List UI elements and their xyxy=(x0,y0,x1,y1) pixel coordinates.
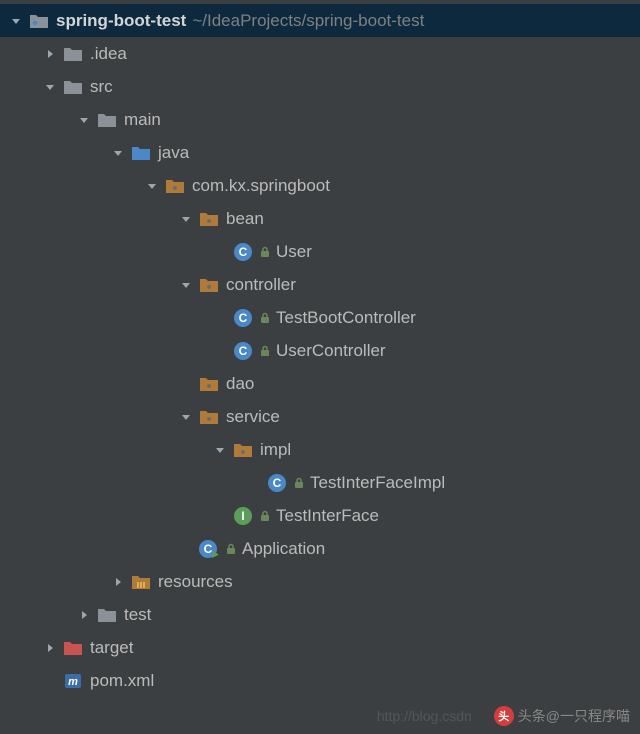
tree-item-label: service xyxy=(226,407,280,427)
chevron-down-icon[interactable] xyxy=(8,13,24,29)
chevron-down-icon[interactable] xyxy=(42,79,58,95)
svg-text:I: I xyxy=(241,509,244,523)
watermark: http://blog.csdn 头 头条@一只程序喵 xyxy=(377,706,630,726)
watermark-text: 头条@一只程序喵 xyxy=(518,706,630,726)
folder-source-icon xyxy=(130,142,152,164)
tree-item-label: bean xyxy=(226,209,264,229)
folder-icon xyxy=(62,43,84,65)
folder-icon xyxy=(96,109,118,131)
vcs-lock-icon xyxy=(224,542,238,556)
chevron-right-icon[interactable] xyxy=(42,640,58,656)
watermark-url: http://blog.csdn xyxy=(377,708,472,724)
chevron-down-icon[interactable] xyxy=(178,409,194,425)
chevron-right-icon[interactable] xyxy=(76,607,92,623)
vcs-lock-icon xyxy=(258,509,272,523)
tree-row[interactable]: com.kx.springboot xyxy=(0,169,640,202)
chevron-down-icon[interactable] xyxy=(110,145,126,161)
vcs-lock-icon xyxy=(258,245,272,259)
tree-item-label: spring-boot-test xyxy=(56,11,186,31)
maven-icon: m xyxy=(62,670,84,692)
tree-row[interactable]: C Application xyxy=(0,532,640,565)
tree-item-label: TestInterFace xyxy=(276,506,379,526)
svg-text:m: m xyxy=(68,676,78,688)
vcs-lock-icon xyxy=(258,344,272,358)
chevron-down-icon[interactable] xyxy=(178,211,194,227)
folder-icon xyxy=(62,76,84,98)
tree-item-label: main xyxy=(124,110,161,130)
folder-icon xyxy=(96,604,118,626)
tree-row[interactable]: resources xyxy=(0,565,640,598)
chevron-down-icon[interactable] xyxy=(178,277,194,293)
tree-row[interactable]: dao xyxy=(0,367,640,400)
tree-row[interactable]: test xyxy=(0,598,640,631)
tree-item-label: test xyxy=(124,605,151,625)
package-icon xyxy=(232,439,254,461)
tree-row[interactable]: controller xyxy=(0,268,640,301)
svg-text:C: C xyxy=(273,476,282,490)
vcs-lock-icon xyxy=(258,311,272,325)
vcs-lock-icon xyxy=(292,476,306,490)
chevron-right-icon[interactable] xyxy=(42,46,58,62)
package-icon xyxy=(198,274,220,296)
tree-row[interactable]: java xyxy=(0,136,640,169)
package-icon xyxy=(164,175,186,197)
svg-text:C: C xyxy=(204,542,213,556)
class-icon: C xyxy=(232,241,254,263)
tree-item-label: .idea xyxy=(90,44,127,64)
tree-item-label: pom.xml xyxy=(90,671,154,691)
tree-row[interactable]: C User xyxy=(0,235,640,268)
svg-text:C: C xyxy=(239,245,248,259)
tree-row[interactable]: .idea xyxy=(0,37,640,70)
tree-row[interactable]: impl xyxy=(0,433,640,466)
tree-item-label: resources xyxy=(158,572,233,592)
tree-item-label: UserController xyxy=(276,341,386,361)
chevron-right-icon[interactable] xyxy=(110,574,126,590)
tree-item-label: User xyxy=(276,242,312,262)
tree-row[interactable]: src xyxy=(0,70,640,103)
tree-row[interactable]: m pom.xml xyxy=(0,664,640,697)
tree-row[interactable]: C TestBootController xyxy=(0,301,640,334)
tree-item-label: src xyxy=(90,77,113,97)
tree-item-label: impl xyxy=(260,440,291,460)
tree-row[interactable]: target xyxy=(0,631,640,664)
class-icon: C xyxy=(266,472,288,494)
svg-text:C: C xyxy=(239,344,248,358)
tree-item-label: com.kx.springboot xyxy=(192,176,330,196)
project-tree[interactable]: spring-boot-test ~/IdeaProjects/spring-bo… xyxy=(0,0,640,701)
package-icon xyxy=(198,373,220,395)
tree-row[interactable]: I TestInterFace xyxy=(0,499,640,532)
class-icon: C xyxy=(232,307,254,329)
tree-item-label: target xyxy=(90,638,133,658)
tree-row[interactable]: C UserController xyxy=(0,334,640,367)
chevron-down-icon[interactable] xyxy=(144,178,160,194)
folder-module-icon xyxy=(28,10,50,32)
class-icon: C xyxy=(232,340,254,362)
package-icon xyxy=(198,208,220,230)
class-run-icon: C xyxy=(198,538,220,560)
tree-item-label: dao xyxy=(226,374,254,394)
svg-text:C: C xyxy=(239,311,248,325)
tree-row[interactable]: service xyxy=(0,400,640,433)
tree-item-label: java xyxy=(158,143,189,163)
package-icon xyxy=(198,406,220,428)
tree-row[interactable]: bean xyxy=(0,202,640,235)
tree-row[interactable]: main xyxy=(0,103,640,136)
folder-resources-icon xyxy=(130,571,152,593)
tree-row[interactable]: spring-boot-test ~/IdeaProjects/spring-bo… xyxy=(0,4,640,37)
folder-excluded-icon xyxy=(62,637,84,659)
tree-item-label: TestBootController xyxy=(276,308,416,328)
chevron-down-icon[interactable] xyxy=(212,442,228,458)
chevron-down-icon[interactable] xyxy=(76,112,92,128)
project-path: ~/IdeaProjects/spring-boot-test xyxy=(192,11,424,31)
watermark-badge: 头 xyxy=(494,706,514,726)
tree-row[interactable]: C TestInterFaceImpl xyxy=(0,466,640,499)
tree-item-label: Application xyxy=(242,539,325,559)
tree-item-label: controller xyxy=(226,275,296,295)
interface-icon: I xyxy=(232,505,254,527)
tree-item-label: TestInterFaceImpl xyxy=(310,473,445,493)
